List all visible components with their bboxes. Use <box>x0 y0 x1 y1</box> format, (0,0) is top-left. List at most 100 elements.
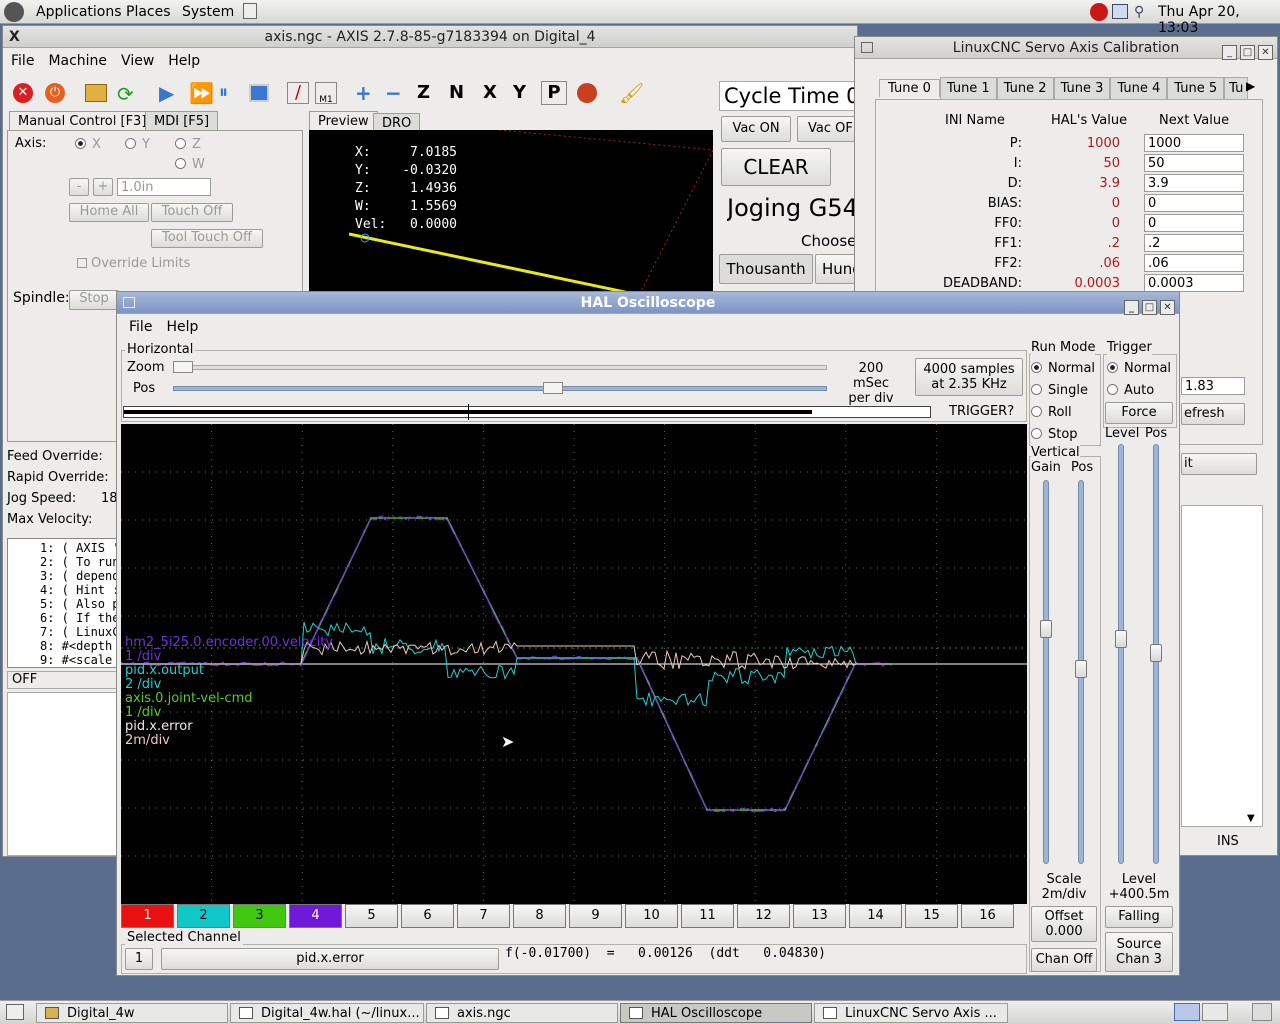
search-icon[interactable]: ⚲ <box>1134 4 1150 20</box>
tab-manual-control[interactable]: Manual Control [F3] <box>9 111 156 131</box>
workspace-1[interactable] <box>1174 1003 1200 1021</box>
block-delete-icon[interactable]: / <box>287 82 309 104</box>
run-stop-radio[interactable]: Stop <box>1031 424 1095 446</box>
run-single-radio[interactable]: Single <box>1031 380 1095 402</box>
window-menu-icon[interactable] <box>123 297 135 308</box>
channel-11-button[interactable]: 11 <box>681 904 734 928</box>
network-icon[interactable] <box>1112 4 1128 19</box>
hundredth-button[interactable]: Hund <box>815 254 859 284</box>
view-z-icon[interactable]: Z <box>417 82 430 103</box>
channel-6-button[interactable]: 6 <box>401 904 454 928</box>
force-button[interactable]: Force <box>1105 402 1173 424</box>
minimize-icon[interactable]: _ <box>1222 45 1237 60</box>
close-icon[interactable]: ✕ <box>1258 45 1273 60</box>
tab-tune-6[interactable]: Tu <box>1224 77 1249 99</box>
channel-12-button[interactable]: 12 <box>737 904 790 928</box>
next-value-input[interactable]: 3.9 <box>1144 174 1244 192</box>
channel-1-button[interactable]: 1 <box>121 904 174 928</box>
zoom-slider-thumb[interactable] <box>173 361 193 373</box>
trigger-normal-radio[interactable]: Normal <box>1107 358 1171 380</box>
task-axis[interactable]: axis.ngc <box>426 1003 618 1023</box>
zoom-out-icon[interactable]: − <box>385 81 402 105</box>
axis-y-radio[interactable]: Y <box>125 137 150 152</box>
trigger-auto-radio[interactable]: Auto <box>1107 380 1171 402</box>
trigger-source-button[interactable]: Source Chan 3 <box>1105 932 1173 972</box>
menu-file[interactable]: File <box>11 53 34 69</box>
calibration-log[interactable] <box>1181 505 1263 827</box>
tab-mdi[interactable]: MDI [F5] <box>145 111 219 131</box>
view-p-icon[interactable]: P <box>541 81 567 105</box>
halscope-titlebar[interactable]: HAL Oscilloscope _ □ ✕ <box>117 292 1179 315</box>
channel-5-button[interactable]: 5 <box>345 904 398 928</box>
task-digital4w[interactable]: Digital_4w <box>36 1003 228 1023</box>
channel-2-button[interactable]: 2 <box>177 904 230 928</box>
window-menu-icon[interactable] <box>861 42 873 53</box>
step-icon[interactable]: ⏩ <box>189 81 214 105</box>
power-icon[interactable]: ⏻ <box>45 83 65 103</box>
calibration-titlebar[interactable]: LinuxCNC Servo Axis Calibration _ □ ✕ <box>855 37 1277 60</box>
view-x-icon[interactable]: X <box>483 82 497 103</box>
quit-button[interactable]: it <box>1181 453 1257 475</box>
trigger-level-slider[interactable] <box>1118 444 1124 864</box>
applications-menu[interactable]: Applications <box>36 4 122 20</box>
scroll-down-icon[interactable]: ▼ <box>1247 813 1255 824</box>
clear-live-plot-icon[interactable]: 🖌 <box>619 81 644 105</box>
clear-plot-icon[interactable] <box>577 83 597 103</box>
pos-slider[interactable] <box>173 386 827 391</box>
menu-file[interactable]: File <box>129 319 152 335</box>
tool-touch-off-button[interactable]: Tool Touch Off <box>151 229 263 248</box>
selected-channel-name[interactable]: pid.x.error <box>161 948 499 970</box>
vac-off-button[interactable]: Vac OFF <box>797 116 859 142</box>
menu-machine[interactable]: Machine <box>48 53 107 69</box>
vertical-offset-button[interactable]: Offset 0.000 <box>1031 906 1097 942</box>
channel-9-button[interactable]: 9 <box>569 904 622 928</box>
preview-canvas[interactable]: X: 7.0185 Y: -0.0320 Z: 1.4936 W: 1.5569 Vel… <box>309 129 714 300</box>
places-menu[interactable]: Places <box>126 4 171 20</box>
next-value-input[interactable]: 0 <box>1144 194 1244 212</box>
menu-help[interactable]: Help <box>168 53 200 69</box>
axis-titlebar[interactable]: X axis.ngc - AXIS 2.7.8-85-g7183394 on D… <box>3 26 857 48</box>
channel-8-button[interactable]: 8 <box>513 904 566 928</box>
launcher-icon[interactable] <box>243 3 257 19</box>
vertical-pos-thumb[interactable] <box>1075 660 1087 678</box>
tab-scroll-right-icon[interactable]: ▶ <box>1246 79 1255 93</box>
tab-tune-1[interactable]: Tune 1 <box>939 77 997 99</box>
next-value-input[interactable]: .2 <box>1144 234 1244 252</box>
trigger-level-thumb[interactable] <box>1115 630 1127 648</box>
task-hal-file[interactable]: Digital_4w.hal (~/linux... <box>230 1003 424 1023</box>
open-file-icon[interactable] <box>85 84 107 102</box>
next-value-input[interactable]: .06 <box>1144 254 1244 272</box>
channel-3-button[interactable]: 3 <box>233 904 286 928</box>
selected-channel-number[interactable]: 1 <box>125 948 153 970</box>
tab-preview[interactable]: Preview <box>309 111 378 131</box>
tab-tune-3[interactable]: Tune 3 <box>1053 77 1111 99</box>
gnome-foot-icon[interactable] <box>4 2 24 22</box>
reload-icon[interactable]: ⟳ <box>117 82 134 106</box>
tab-tune-5[interactable]: Tune 5 <box>1167 77 1225 99</box>
channel-16-button[interactable]: 16 <box>961 904 1014 928</box>
run-roll-radio[interactable]: Roll <box>1031 402 1095 424</box>
tab-tune-4[interactable]: Tune 4 <box>1110 77 1168 99</box>
clock[interactable]: Thu Apr 20, 13:03 <box>1158 4 1280 36</box>
spindle-stop-button[interactable]: Stop <box>69 290 119 310</box>
workspace-2[interactable] <box>1202 1003 1228 1021</box>
run-icon[interactable]: ▶ <box>159 81 174 105</box>
vac-on-button[interactable]: Vac ON <box>721 116 791 142</box>
run-normal-radio[interactable]: Normal <box>1031 358 1095 380</box>
tab-tune-2[interactable]: Tune 2 <box>996 77 1054 99</box>
channel-15-button[interactable]: 15 <box>905 904 958 928</box>
update-notifier-icon[interactable] <box>1090 3 1108 21</box>
system-menu[interactable]: System <box>182 4 234 20</box>
menu-view[interactable]: View <box>121 53 154 69</box>
trigger-falling-button[interactable]: Falling <box>1105 906 1173 928</box>
task-calibration[interactable]: LinuxCNC Servo Axis ... <box>814 1003 1008 1023</box>
next-value-input[interactable]: 0.0003 <box>1144 274 1244 292</box>
zoom-slider[interactable] <box>173 365 827 370</box>
show-desktop-icon[interactable] <box>6 1004 24 1020</box>
maximize-icon[interactable]: □ <box>1142 300 1157 315</box>
jog-increment-select[interactable]: 1.0in <box>117 178 211 196</box>
override-limits-checkbox[interactable]: Override Limits <box>77 256 190 271</box>
trigger-pos-thumb[interactable] <box>1150 644 1162 662</box>
stop-icon[interactable] <box>249 84 269 102</box>
optional-stop-icon[interactable]: M1 <box>315 82 337 105</box>
